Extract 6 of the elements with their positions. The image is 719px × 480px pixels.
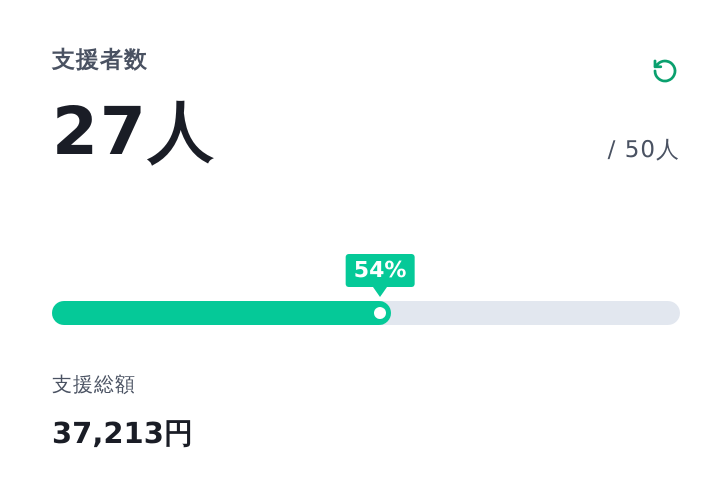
total-amount: 37,213円 (52, 414, 194, 452)
percent-tooltip: 54% (346, 254, 414, 287)
card-title: 支援者数 (52, 46, 148, 75)
goal-count: / 50人 (608, 136, 680, 165)
total-label: 支援総額 (52, 370, 137, 398)
supporter-count: 27人 (52, 96, 216, 169)
